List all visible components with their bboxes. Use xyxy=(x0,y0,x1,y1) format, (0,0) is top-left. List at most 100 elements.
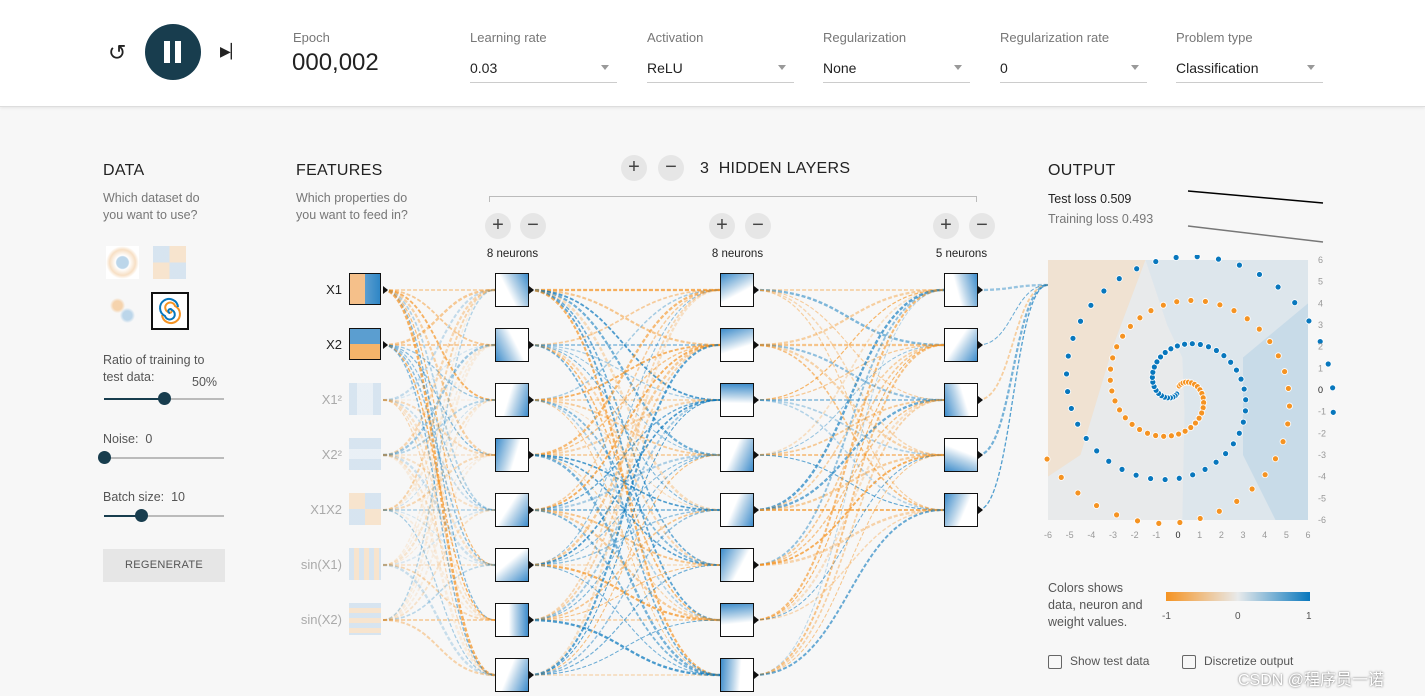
neuron-node[interactable] xyxy=(944,328,978,362)
data-point xyxy=(1274,283,1282,291)
data-point xyxy=(1063,370,1070,378)
data-point xyxy=(1212,458,1220,466)
weight-link[interactable] xyxy=(977,283,1049,457)
neuron-output-arrow-icon xyxy=(529,561,534,569)
neuron-node[interactable] xyxy=(495,493,529,527)
neuron-node[interactable] xyxy=(495,273,529,307)
weight-link[interactable] xyxy=(753,344,945,676)
remove-neuron-button[interactable]: − xyxy=(745,213,771,239)
feature-node-1[interactable] xyxy=(349,328,381,360)
data-point xyxy=(1152,432,1160,439)
weight-link[interactable] xyxy=(528,399,721,676)
data-point xyxy=(1243,315,1251,323)
feature-output-arrow-icon xyxy=(383,286,388,294)
neuron-node[interactable] xyxy=(495,383,529,417)
data-point xyxy=(1189,471,1197,479)
neuron-node[interactable] xyxy=(720,603,754,637)
neuron-output-arrow-icon xyxy=(754,616,759,624)
weight-link[interactable] xyxy=(382,289,496,621)
weight-link[interactable] xyxy=(382,619,496,676)
neuron-node[interactable] xyxy=(944,438,978,472)
feature-label: X2 xyxy=(326,337,342,352)
data-point xyxy=(1279,438,1287,446)
weight-link[interactable] xyxy=(753,289,945,676)
feature-node-2[interactable] xyxy=(349,383,381,415)
feature-node-3[interactable] xyxy=(349,438,381,470)
feature-node-4[interactable] xyxy=(349,493,381,525)
neuron-node[interactable] xyxy=(720,493,754,527)
neuron-node[interactable] xyxy=(495,603,529,637)
y-axis-tick: -3 xyxy=(1318,450,1326,460)
weight-link[interactable] xyxy=(528,288,721,457)
feature-label: X1 xyxy=(326,282,342,297)
show-test-data-checkbox[interactable]: Show test data xyxy=(1048,654,1149,669)
data-point xyxy=(1082,435,1090,442)
x-axis-tick: -2 xyxy=(1131,530,1139,540)
data-point xyxy=(1121,414,1129,422)
weight-link[interactable] xyxy=(753,289,945,566)
neuron-node[interactable] xyxy=(944,383,978,417)
neuron-output-arrow-icon xyxy=(754,396,759,404)
neuron-output-arrow-icon xyxy=(754,286,759,294)
data-point xyxy=(1160,432,1168,440)
add-neuron-button[interactable]: + xyxy=(709,213,735,239)
data-point xyxy=(1284,420,1292,428)
add-neuron-button[interactable]: + xyxy=(485,213,511,239)
neuron-node[interactable] xyxy=(720,548,754,582)
remove-neuron-button[interactable]: − xyxy=(520,213,546,239)
data-point xyxy=(1196,341,1204,348)
neuron-output-arrow-icon xyxy=(754,561,759,569)
weight-link[interactable] xyxy=(528,509,721,676)
weight-link[interactable] xyxy=(753,509,945,676)
neuron-node[interactable] xyxy=(944,273,978,307)
data-point xyxy=(1172,255,1180,261)
neuron-node[interactable] xyxy=(720,328,754,362)
data-point xyxy=(1111,397,1119,405)
data-point xyxy=(1286,402,1293,410)
weight-link[interactable] xyxy=(977,284,1049,401)
feature-node-0[interactable] xyxy=(349,273,381,305)
remove-neuron-button[interactable]: − xyxy=(969,213,995,239)
weight-link[interactable] xyxy=(977,284,1049,511)
data-point xyxy=(1230,307,1238,315)
data-point xyxy=(1152,258,1160,265)
neuron-output-arrow-icon xyxy=(529,506,534,514)
weight-link[interactable] xyxy=(528,289,721,566)
weight-link[interactable] xyxy=(382,399,496,621)
neuron-node[interactable] xyxy=(495,548,529,582)
data-point xyxy=(1196,515,1204,522)
neuron-output-arrow-icon xyxy=(978,396,983,404)
neuron-node[interactable] xyxy=(495,438,529,472)
data-point xyxy=(1205,343,1212,351)
y-axis-tick: 1 xyxy=(1318,363,1323,373)
data-point xyxy=(1107,365,1114,373)
weight-link[interactable] xyxy=(753,289,945,621)
neuron-node[interactable] xyxy=(720,383,754,417)
data-point xyxy=(1235,429,1243,437)
weight-link[interactable] xyxy=(753,288,945,512)
data-point xyxy=(1134,517,1141,525)
y-axis-tick: -1 xyxy=(1318,407,1326,417)
weight-link[interactable] xyxy=(753,399,945,676)
data-point xyxy=(1237,375,1245,383)
feature-label: sin(X2) xyxy=(300,612,342,627)
data-point xyxy=(1175,474,1183,482)
data-point xyxy=(1133,265,1141,273)
add-neuron-button[interactable]: + xyxy=(933,213,959,239)
neuron-node[interactable] xyxy=(720,438,754,472)
neuron-node[interactable] xyxy=(495,658,529,692)
neuron-node[interactable] xyxy=(495,328,529,362)
output-heatmap: -6 -6 -5 -5 -4 -4 -3 -3 -2 -2 -1 -1 0 0 1 1 2 2 3 3 4 4 5 5 6 6 xyxy=(1043,255,1337,540)
x-axis-tick: -4 xyxy=(1087,530,1095,540)
neuron-node[interactable] xyxy=(720,658,754,692)
neuron-node[interactable] xyxy=(720,273,754,307)
neuron-node[interactable] xyxy=(944,493,978,527)
weight-link[interactable] xyxy=(753,454,945,676)
neuron-output-arrow-icon xyxy=(754,451,759,459)
watermark: CSDN @程序员一诺 xyxy=(1238,672,1385,689)
feature-node-5[interactable] xyxy=(349,548,381,580)
data-point xyxy=(1161,476,1169,483)
weight-link[interactable] xyxy=(753,289,945,401)
feature-node-6[interactable] xyxy=(349,603,381,635)
data-point xyxy=(1128,420,1136,428)
